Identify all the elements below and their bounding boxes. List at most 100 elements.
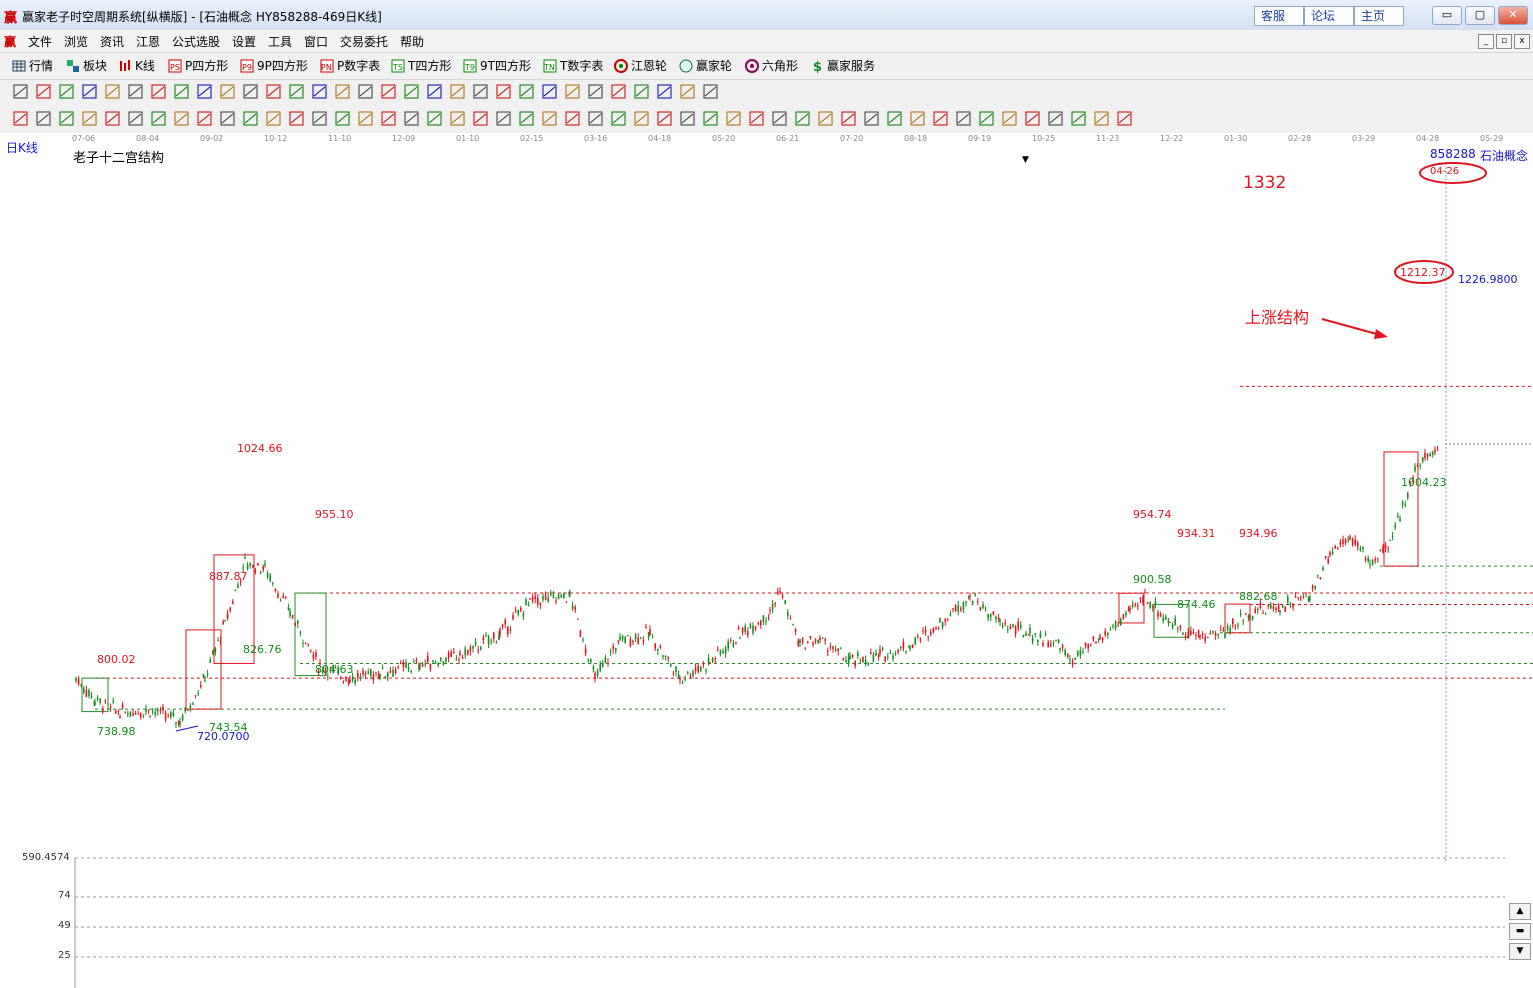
tool-icon[interactable] — [725, 110, 742, 127]
tool-icon[interactable] — [403, 110, 420, 127]
tool-icon[interactable] — [794, 110, 811, 127]
tool-icon[interactable] — [380, 83, 397, 100]
menu-gann[interactable]: 江恩 — [136, 33, 160, 50]
tool-icon[interactable] — [265, 110, 282, 127]
tool-icon[interactable] — [58, 110, 75, 127]
tool-icon[interactable] — [1093, 110, 1110, 127]
tool-icon[interactable] — [449, 110, 466, 127]
tool-icon[interactable] — [817, 110, 834, 127]
tool-icon[interactable] — [426, 110, 443, 127]
tool-icon[interactable] — [771, 110, 788, 127]
tool-icon[interactable] — [633, 110, 650, 127]
tool-kline[interactable]: K线 — [118, 57, 155, 75]
tool-icon[interactable] — [472, 110, 489, 127]
tool-icon[interactable] — [702, 83, 719, 100]
tool-icon[interactable] — [127, 110, 144, 127]
tool-icon[interactable] — [932, 110, 949, 127]
tool-icon[interactable] — [1001, 110, 1018, 127]
tool-icon[interactable] — [679, 83, 696, 100]
tool-winner-wheel[interactable]: 赢家轮 — [679, 57, 732, 75]
tool-9t-square[interactable]: T9 9T四方形 — [463, 57, 531, 75]
dropdown-arrow-icon[interactable]: ▼ — [1022, 155, 1029, 165]
tool-hexagon[interactable]: 六角形 — [745, 57, 798, 75]
tool-9p-square[interactable]: P9 9P四方形 — [240, 57, 308, 75]
tool-icon[interactable] — [380, 110, 397, 127]
tool-icon[interactable] — [127, 83, 144, 100]
tool-icon[interactable] — [334, 110, 351, 127]
tool-icon[interactable] — [840, 110, 857, 127]
tool-icon[interactable] — [610, 110, 627, 127]
mdi-restore-button[interactable]: ▫ — [1496, 34, 1512, 49]
tool-icon[interactable] — [288, 83, 305, 100]
tool-icon[interactable] — [426, 83, 443, 100]
tool-icon[interactable] — [633, 83, 650, 100]
tool-icon[interactable] — [12, 110, 29, 127]
tool-icon[interactable] — [12, 83, 29, 100]
tool-icon[interactable] — [863, 110, 880, 127]
menu-tools[interactable]: 工具 — [268, 33, 292, 50]
tool-p-table[interactable]: PN P数字表 — [320, 57, 380, 75]
tool-icon[interactable] — [472, 83, 489, 100]
link-forum[interactable]: 论坛 — [1304, 6, 1354, 26]
tool-icon[interactable] — [219, 83, 236, 100]
tool-icon[interactable] — [334, 83, 351, 100]
tool-icon[interactable] — [978, 110, 995, 127]
menu-info[interactable]: 资讯 — [100, 33, 124, 50]
kline-chart[interactable] — [0, 133, 1533, 988]
menu-formula[interactable]: 公式选股 — [172, 33, 220, 50]
link-service[interactable]: 客服 — [1254, 6, 1304, 26]
tool-icon[interactable] — [656, 83, 673, 100]
mdi-close-button[interactable]: x — [1514, 34, 1530, 49]
chart-area[interactable]: 07-06 08-04 09-02 10-12 11-10 12-09 01-10 02-15… — [0, 133, 1533, 988]
tool-icon[interactable] — [909, 110, 926, 127]
tool-icon[interactable] — [81, 110, 98, 127]
tool-icon[interactable] — [173, 110, 190, 127]
tool-gann-wheel[interactable]: 江恩轮 — [614, 57, 667, 75]
tool-icon[interactable] — [403, 83, 420, 100]
tool-icon[interactable] — [357, 83, 374, 100]
tool-icon[interactable] — [587, 110, 604, 127]
tool-icon[interactable] — [748, 110, 765, 127]
tool-icon[interactable] — [357, 110, 374, 127]
tool-icon[interactable] — [610, 83, 627, 100]
tool-t-table[interactable]: TN T数字表 — [543, 57, 603, 75]
tool-icon[interactable] — [35, 83, 52, 100]
tool-icon[interactable] — [495, 83, 512, 100]
tool-icon[interactable] — [495, 110, 512, 127]
tool-icon[interactable] — [587, 83, 604, 100]
tool-icon[interactable] — [541, 83, 558, 100]
tool-icon[interactable] — [219, 110, 236, 127]
maximize-button[interactable]: ▢ — [1465, 6, 1495, 25]
tool-icon[interactable] — [311, 83, 328, 100]
tool-icon[interactable] — [1024, 110, 1041, 127]
tool-service[interactable]: $ 赢家服务 — [810, 57, 875, 75]
scroll-up-button[interactable]: ▲ — [1509, 903, 1531, 920]
tool-icon[interactable] — [1070, 110, 1087, 127]
tool-icon[interactable] — [35, 110, 52, 127]
tool-icon[interactable] — [104, 110, 121, 127]
tool-icon[interactable] — [1116, 110, 1133, 127]
tool-icon[interactable] — [196, 83, 213, 100]
menu-settings[interactable]: 设置 — [232, 33, 256, 50]
tool-icon[interactable] — [265, 83, 282, 100]
scroll-mid-button[interactable]: ▬ — [1509, 923, 1531, 940]
menu-help[interactable]: 帮助 — [400, 33, 424, 50]
tool-icon[interactable] — [886, 110, 903, 127]
tool-icon[interactable] — [242, 83, 259, 100]
tool-icon[interactable] — [81, 83, 98, 100]
minimize-button[interactable]: ▭ — [1432, 6, 1462, 25]
tool-icon[interactable] — [656, 110, 673, 127]
tool-icon[interactable] — [449, 83, 466, 100]
tool-icon[interactable] — [150, 83, 167, 100]
tool-icon[interactable] — [955, 110, 972, 127]
tool-icon[interactable] — [702, 110, 719, 127]
tool-t-square[interactable]: TS T四方形 — [391, 57, 451, 75]
tool-icon[interactable] — [564, 83, 581, 100]
tool-icon[interactable] — [196, 110, 213, 127]
menu-browse[interactable]: 浏览 — [64, 33, 88, 50]
tool-icon[interactable] — [242, 110, 259, 127]
menu-trade[interactable]: 交易委托 — [340, 33, 388, 50]
menu-window[interactable]: 窗口 — [304, 33, 328, 50]
tool-icon[interactable] — [104, 83, 121, 100]
tool-sector[interactable]: 板块 — [66, 57, 107, 75]
